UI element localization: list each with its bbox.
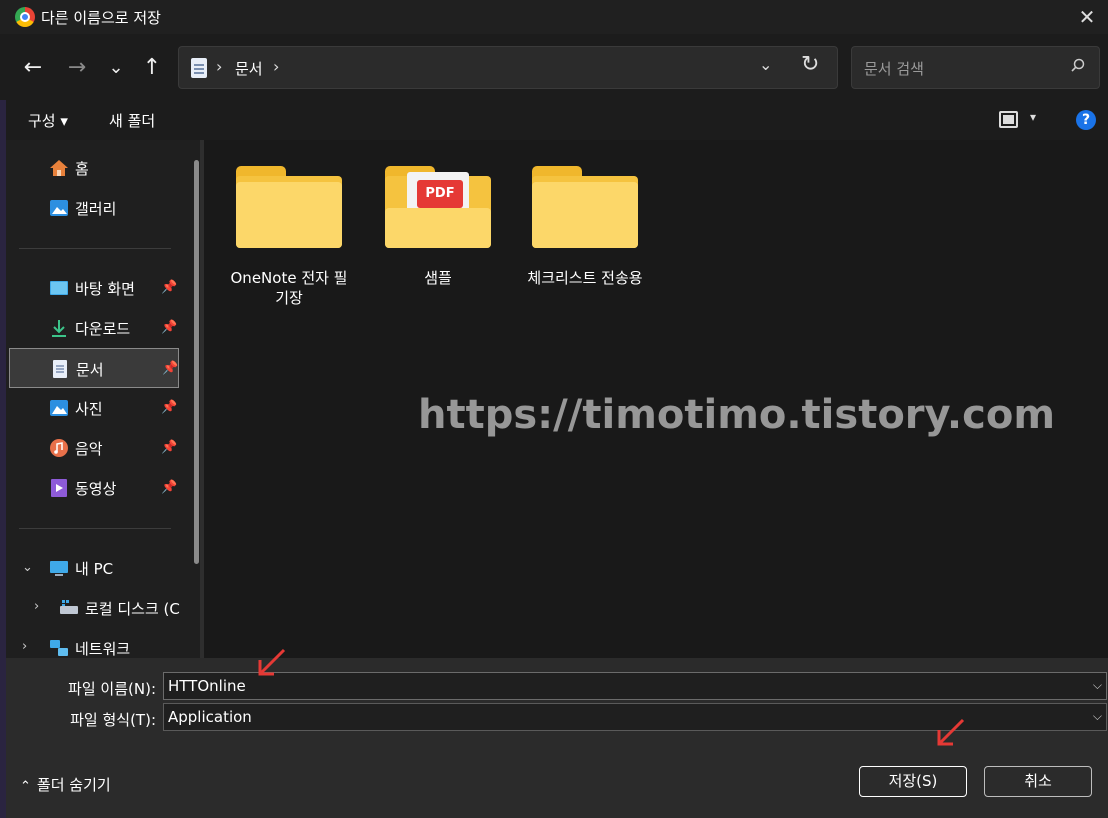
view-icon[interactable] <box>999 111 1018 128</box>
filetype-value: Application <box>168 708 252 726</box>
sidebar-item-network[interactable]: 네트워크 <box>9 628 179 658</box>
forward-button[interactable]: → <box>63 54 91 82</box>
command-bar: 구성 ▾ 새 폴더 ▾ ? <box>0 100 1108 140</box>
pin-icon[interactable]: 📌 <box>161 440 177 455</box>
window-title: 다른 이름으로 저장 <box>41 9 161 27</box>
pin-icon[interactable]: 📌 <box>161 280 177 295</box>
recent-locations-button[interactable]: ⌄ <box>102 54 130 82</box>
annotation-arrow-icon <box>937 718 965 746</box>
navigation-bar: ← → ⌄ ↑ › 문서 › ⌄ ↻ 문서 검색 <box>0 34 1108 100</box>
help-icon[interactable]: ? <box>1076 110 1096 130</box>
folder-icon <box>236 160 342 250</box>
folder-item[interactable]: PDF 샘플 <box>378 160 498 288</box>
pane-splitter[interactable] <box>200 140 204 658</box>
drive-icon <box>60 600 78 614</box>
sidebar-item-documents[interactable]: 문서 📌 <box>9 348 179 388</box>
pin-icon[interactable]: 📌 <box>161 320 177 335</box>
sidebar-item-videos[interactable]: 동영상 📌 <box>9 468 179 508</box>
watermark: https://timotimo.tistory.com <box>418 392 1055 438</box>
folder-item[interactable]: OneNote 전자 필기장 <box>229 160 349 308</box>
filename-input[interactable]: HTTOnline ⌵ <box>163 672 1107 700</box>
breadcrumb-separator[interactable]: › <box>216 57 222 76</box>
document-icon <box>191 58 207 78</box>
breadcrumb-documents[interactable]: 문서 <box>235 58 263 79</box>
navigation-pane: 홈 갤러리 바탕 화면 📌 다운로드 📌 문서 📌 사진 📌 음악 📌 동영상 … <box>6 140 204 658</box>
document-icon <box>53 360 67 378</box>
file-list: OneNote 전자 필기장 PDF 샘플 체크리스트 전송용 https://… <box>200 140 1108 658</box>
cancel-button[interactable]: 취소 <box>984 766 1092 797</box>
up-button[interactable]: ↑ <box>138 54 166 82</box>
folder-icon <box>532 160 638 250</box>
folder-item[interactable]: 체크리스트 전송용 <box>525 160 645 288</box>
pdf-folder-icon: PDF <box>385 160 491 250</box>
view-dropdown-icon[interactable]: ▾ <box>1030 110 1036 124</box>
music-icon <box>50 439 68 457</box>
pin-icon[interactable]: 📌 <box>161 400 177 415</box>
filename-label: 파일 이름(N): <box>68 680 156 698</box>
chevron-up-icon: ⌃ <box>20 779 31 794</box>
sidebar-item-label: 문서 <box>76 361 104 379</box>
pin-icon[interactable]: 📌 <box>162 361 178 376</box>
sidebar-item-label: 네트워크 <box>75 640 131 658</box>
gallery-icon <box>50 200 68 216</box>
breadcrumb-separator[interactable]: › <box>273 57 279 76</box>
pdf-badge: PDF <box>417 180 463 208</box>
folder-name: OneNote 전자 필기장 <box>230 269 348 307</box>
new-folder-button[interactable]: 새 폴더 <box>109 110 155 131</box>
search-placeholder: 문서 검색 <box>864 60 924 78</box>
filetype-label: 파일 형식(T): <box>70 711 156 729</box>
sidebar-item-label: 동영상 <box>75 480 117 498</box>
sidebar-item-label: 로컬 디스크 (C <box>85 600 180 618</box>
sidebar-divider <box>19 248 171 249</box>
desktop-icon <box>50 281 68 295</box>
search-icon[interactable] <box>1071 58 1085 72</box>
filename-value: HTTOnline <box>168 677 246 695</box>
sidebar-item-pictures[interactable]: 사진 📌 <box>9 388 179 428</box>
sidebar-item-this-pc[interactable]: 내 PC <box>9 548 179 588</box>
back-button[interactable]: ← <box>19 54 47 82</box>
hide-folders-label: 폴더 숨기기 <box>36 776 111 794</box>
sidebar-item-desktop[interactable]: 바탕 화면 📌 <box>9 268 179 308</box>
address-bar[interactable]: › 문서 › ⌄ ↻ <box>178 46 838 89</box>
sidebar-item-home[interactable]: 홈 <box>9 148 179 188</box>
refresh-icon[interactable]: ↻ <box>801 52 819 77</box>
sidebar-item-music[interactable]: 음악 📌 <box>9 428 179 468</box>
network-icon <box>50 640 68 656</box>
sidebar-item-label: 내 PC <box>75 560 114 578</box>
sidebar-item-label: 음악 <box>75 440 103 458</box>
folder-name: 샘플 <box>424 269 452 287</box>
folder-name: 체크리스트 전송용 <box>527 269 643 287</box>
close-button[interactable]: ✕ <box>1072 2 1102 32</box>
home-icon <box>50 160 68 176</box>
address-dropdown-icon[interactable]: ⌄ <box>759 55 772 74</box>
sidebar-item-label: 사진 <box>75 400 103 418</box>
chevron-down-icon[interactable]: ⌵ <box>1093 709 1102 724</box>
chrome-icon <box>15 7 35 27</box>
sidebar-item-gallery[interactable]: 갤러리 <box>9 188 179 228</box>
sidebar-item-label: 홈 <box>75 160 89 178</box>
sidebar-item-label: 바탕 화면 <box>75 280 135 298</box>
sidebar-item-downloads[interactable]: 다운로드 📌 <box>9 308 179 348</box>
chevron-down-icon[interactable]: ⌵ <box>1093 678 1102 693</box>
sidebar-item-local-disk[interactable]: 로컬 디스크 (C <box>19 588 189 628</box>
annotation-arrow-icon <box>258 648 286 676</box>
video-icon <box>51 479 67 497</box>
save-button[interactable]: 저장(S) <box>859 766 967 797</box>
title-bar: 다른 이름으로 저장 ✕ <box>0 0 1108 34</box>
organize-button[interactable]: 구성 ▾ <box>28 110 68 131</box>
sidebar-item-label: 다운로드 <box>75 320 131 338</box>
search-input[interactable]: 문서 검색 <box>851 46 1100 89</box>
sidebar-item-label: 갤러리 <box>75 200 117 218</box>
computer-icon <box>50 561 68 576</box>
download-icon <box>52 320 66 337</box>
hide-folders-button[interactable]: ⌃ 폴더 숨기기 <box>20 774 111 795</box>
sidebar-divider <box>19 528 171 529</box>
sidebar-scrollbar[interactable] <box>194 160 199 564</box>
pin-icon[interactable]: 📌 <box>161 480 177 495</box>
pictures-icon <box>50 400 68 416</box>
